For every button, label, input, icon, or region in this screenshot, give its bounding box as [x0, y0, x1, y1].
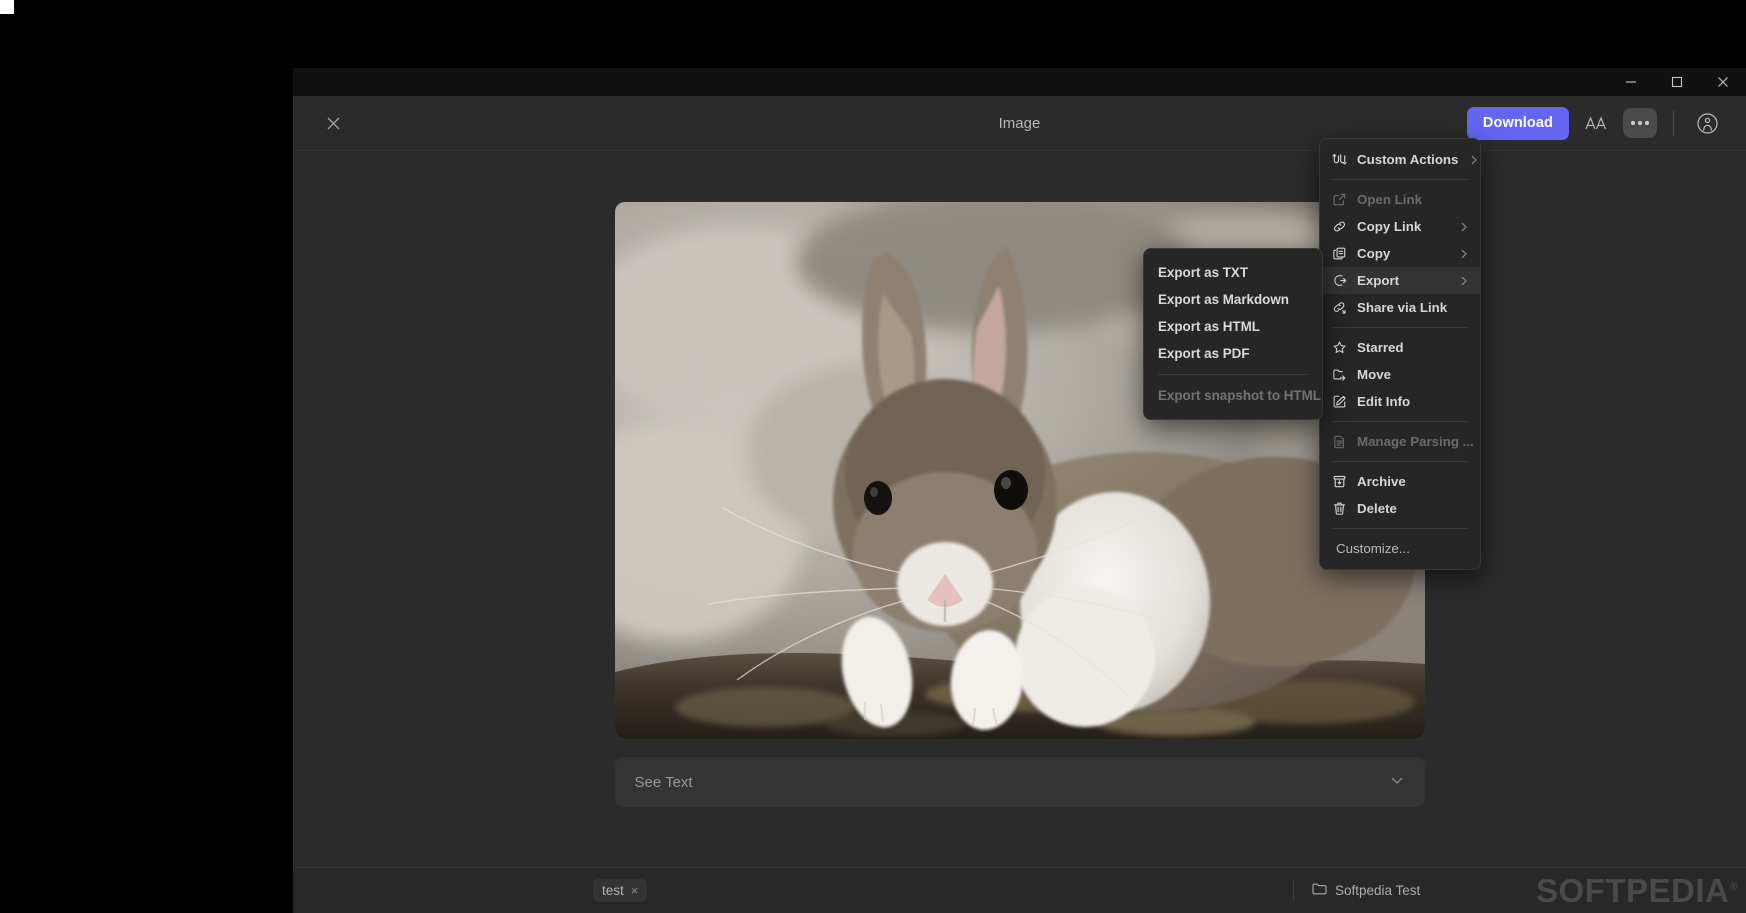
- menu-item-delete[interactable]: Delete: [1320, 495, 1480, 522]
- close-icon[interactable]: [318, 108, 348, 138]
- see-text-label: See Text: [634, 773, 693, 791]
- menu-item-label: Copy Link: [1357, 219, 1422, 234]
- submenu-item-label: Export as HTML: [1158, 319, 1260, 334]
- maximize-button[interactable]: [1654, 68, 1700, 96]
- header-left: [293, 108, 373, 138]
- move-folder-icon: [1332, 367, 1347, 382]
- menu-item-label: Copy: [1357, 246, 1391, 261]
- see-text-toggle[interactable]: See Text: [614, 757, 1425, 807]
- edit-info-icon: [1332, 394, 1347, 409]
- submenu-item-export-as-html[interactable]: Export as HTML: [1144, 313, 1322, 340]
- submenu-item-label: Export as Markdown: [1158, 292, 1289, 307]
- menu-item-edit-info[interactable]: Edit Info: [1320, 388, 1480, 415]
- screen: Image Download See Text test × Softpedia…: [0, 0, 1746, 913]
- tag-remove-icon[interactable]: ×: [631, 884, 639, 897]
- watermark-text: SOFTPEDIA: [1536, 872, 1730, 909]
- folder-icon: [1312, 882, 1327, 899]
- export-submenu[interactable]: Export as TXT Export as Markdown Export as…: [1143, 248, 1323, 420]
- menu-item-manage-parsing: Manage Parsing ...: [1320, 428, 1480, 455]
- export-icon: [1332, 273, 1347, 288]
- menu-item-custom-actions[interactable]: Custom Actions: [1320, 146, 1480, 173]
- submenu-item-label: Export as PDF: [1158, 346, 1250, 361]
- menu-separator: [1332, 421, 1468, 422]
- font-size-icon[interactable]: [1579, 107, 1613, 139]
- open-link-icon: [1332, 192, 1347, 207]
- header-actions: Download: [1466, 106, 1746, 140]
- chevron-right-icon: [1458, 221, 1470, 233]
- document-icon: [1332, 434, 1347, 449]
- menu-item-label: Starred: [1357, 340, 1404, 355]
- submenu-item-export-as-txt[interactable]: Export as TXT: [1144, 259, 1322, 286]
- archive-icon: [1332, 474, 1347, 489]
- star-icon: [1332, 340, 1347, 355]
- submenu-item-export-as-pdf[interactable]: Export as PDF: [1144, 340, 1322, 367]
- chevron-right-icon: [1468, 154, 1480, 166]
- app-header: Image Download: [293, 96, 1746, 151]
- menu-separator: [1332, 528, 1468, 529]
- submenu-item-export-snapshot-to-html: Export snapshot to HTML: [1144, 382, 1322, 409]
- menu-item-customize[interactable]: Customize...: [1320, 535, 1480, 562]
- menu-item-copy[interactable]: Copy: [1320, 240, 1480, 267]
- chevron-right-icon: [1458, 275, 1470, 287]
- menu-separator: [1332, 179, 1468, 180]
- menu-separator: [1332, 327, 1468, 328]
- close-window-button[interactable]: [1700, 68, 1746, 96]
- minimize-button[interactable]: [1608, 68, 1654, 96]
- chevron-right-icon: [1458, 248, 1470, 260]
- tag-chip[interactable]: test ×: [593, 879, 648, 902]
- trash-icon: [1332, 501, 1347, 516]
- chevron-down-icon: [1389, 772, 1405, 792]
- footer-divider: [1293, 880, 1294, 901]
- folder-label: Softpedia Test: [1335, 883, 1421, 898]
- menu-item-label: Custom Actions: [1357, 152, 1459, 167]
- menu-item-copy-link[interactable]: Copy Link: [1320, 213, 1480, 240]
- header-divider: [1673, 110, 1674, 136]
- share-link-icon: [1332, 300, 1347, 315]
- menu-item-export[interactable]: Export: [1320, 267, 1480, 294]
- submenu-item-label: Export as TXT: [1158, 265, 1249, 280]
- menu-item-open-link: Open Link: [1320, 186, 1480, 213]
- menu-item-starred[interactable]: Starred: [1320, 334, 1480, 361]
- submenu-item-label: Export snapshot to HTML: [1158, 388, 1321, 403]
- menu-item-label: Delete: [1357, 501, 1397, 516]
- softpedia-watermark: SOFTPEDIA®: [1536, 874, 1738, 907]
- menu-item-label: Manage Parsing ...: [1357, 434, 1474, 449]
- context-menu[interactable]: Custom Actions Open Link Copy Link Copy Expo…: [1319, 138, 1481, 570]
- menu-separator: [1332, 461, 1468, 462]
- tag-label: test: [602, 883, 624, 898]
- menu-item-label: Archive: [1357, 474, 1406, 489]
- menu-item-label: Move: [1357, 367, 1391, 382]
- menu-item-label: Edit Info: [1357, 394, 1411, 409]
- download-button[interactable]: Download: [1466, 106, 1569, 140]
- footer-right: Softpedia Test: [1293, 880, 1420, 901]
- menu-item-label: Export: [1357, 273, 1400, 288]
- submenu-separator: [1158, 374, 1308, 375]
- copy-icon: [1332, 246, 1347, 261]
- folder-breadcrumb[interactable]: Softpedia Test: [1312, 882, 1420, 899]
- menu-item-label: Open Link: [1357, 192, 1423, 207]
- watermark-registered-mark: ®: [1729, 881, 1738, 893]
- menu-item-share-via-link[interactable]: Share via Link: [1320, 294, 1480, 321]
- window-titlebar: [293, 68, 1746, 96]
- menu-item-move[interactable]: Move: [1320, 361, 1480, 388]
- menu-item-label: Customize...: [1336, 541, 1410, 556]
- corner-marker: [0, 0, 14, 14]
- custom-actions-icon: [1332, 152, 1347, 167]
- content-area: See Text: [293, 151, 1746, 867]
- ellipsis-icon[interactable]: [1623, 108, 1657, 138]
- menu-item-label: Share via Link: [1357, 300, 1448, 315]
- copy-link-icon: [1332, 219, 1347, 234]
- account-avatar-icon[interactable]: [1690, 106, 1724, 140]
- app-window: Image Download See Text test × Softpedia…: [293, 68, 1746, 913]
- submenu-item-export-as-markdown[interactable]: Export as Markdown: [1144, 286, 1322, 313]
- status-bar: test × Softpedia Test SOFTPEDIA®: [293, 867, 1746, 913]
- menu-item-archive[interactable]: Archive: [1320, 468, 1480, 495]
